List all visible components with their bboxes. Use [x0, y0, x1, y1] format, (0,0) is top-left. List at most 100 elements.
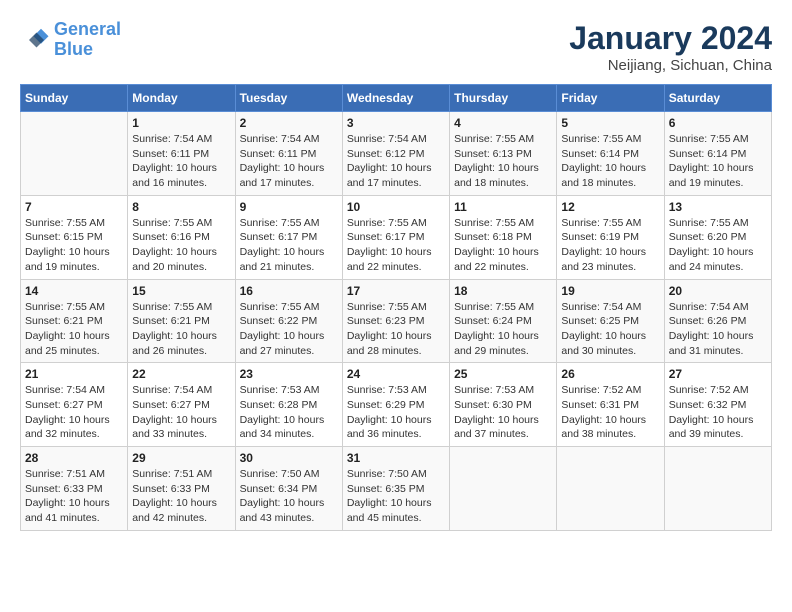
- day-number: 4: [454, 116, 552, 130]
- calendar-week-row: 1Sunrise: 7:54 AMSunset: 6:11 PMDaylight…: [21, 112, 772, 196]
- day-number: 13: [669, 200, 767, 214]
- day-number: 18: [454, 284, 552, 298]
- weekday-header: Sunday: [21, 85, 128, 112]
- calendar-cell: 13 Sunrise: 7:55 AMSunset: 6:20 PMDayligh…: [664, 195, 771, 279]
- day-number: 31: [347, 451, 445, 465]
- calendar-cell: 11 Sunrise: 7:55 AMSunset: 6:18 PMDayligh…: [450, 195, 557, 279]
- day-info: Sunrise: 7:55 AMSunset: 6:16 PMDaylight:…: [132, 216, 230, 275]
- weekday-header: Saturday: [664, 85, 771, 112]
- logo: General Blue: [20, 20, 121, 60]
- day-number: 30: [240, 451, 338, 465]
- location: Neijiang, Sichuan, China: [569, 57, 772, 74]
- weekday-header: Tuesday: [235, 85, 342, 112]
- calendar-cell: 8 Sunrise: 7:55 AMSunset: 6:16 PMDaylight…: [128, 195, 235, 279]
- day-info: Sunrise: 7:51 AMSunset: 6:33 PMDaylight:…: [25, 467, 123, 526]
- calendar-cell: 26 Sunrise: 7:52 AMSunset: 6:31 PMDayligh…: [557, 363, 664, 447]
- day-info: Sunrise: 7:55 AMSunset: 6:18 PMDaylight:…: [454, 216, 552, 275]
- day-info: Sunrise: 7:50 AMSunset: 6:34 PMDaylight:…: [240, 467, 338, 526]
- calendar-week-row: 7 Sunrise: 7:55 AMSunset: 6:15 PMDaylight…: [21, 195, 772, 279]
- day-number: 3: [347, 116, 445, 130]
- logo-line2: Blue: [54, 39, 93, 59]
- day-number: 8: [132, 200, 230, 214]
- day-number: 5: [561, 116, 659, 130]
- title-block: January 2024 Neijiang, Sichuan, China: [569, 20, 772, 74]
- calendar-table: SundayMondayTuesdayWednesdayThursdayFrid…: [20, 84, 772, 531]
- day-number: 7: [25, 200, 123, 214]
- day-info: Sunrise: 7:55 AMSunset: 6:17 PMDaylight:…: [347, 216, 445, 275]
- day-info: Sunrise: 7:53 AMSunset: 6:30 PMDaylight:…: [454, 383, 552, 442]
- day-info: Sunrise: 7:54 AMSunset: 6:27 PMDaylight:…: [132, 383, 230, 442]
- calendar-cell: 28 Sunrise: 7:51 AMSunset: 6:33 PMDayligh…: [21, 447, 128, 531]
- day-info: Sunrise: 7:55 AMSunset: 6:22 PMDaylight:…: [240, 300, 338, 359]
- calendar-cell: 10 Sunrise: 7:55 AMSunset: 6:17 PMDayligh…: [342, 195, 449, 279]
- weekday-header: Friday: [557, 85, 664, 112]
- logo-icon: [20, 25, 50, 55]
- day-number: 16: [240, 284, 338, 298]
- calendar-cell: 17 Sunrise: 7:55 AMSunset: 6:23 PMDayligh…: [342, 279, 449, 363]
- month-title: January 2024: [569, 20, 772, 57]
- calendar-cell: 27Sunrise: 7:52 AMSunset: 6:32 PMDayligh…: [664, 363, 771, 447]
- day-info: Sunrise: 7:52 AMSunset: 6:31 PMDaylight:…: [561, 383, 659, 442]
- calendar-cell: 18Sunrise: 7:55 AMSunset: 6:24 PMDayligh…: [450, 279, 557, 363]
- calendar-cell: 15 Sunrise: 7:55 AMSunset: 6:21 PMDayligh…: [128, 279, 235, 363]
- calendar-cell: 19Sunrise: 7:54 AMSunset: 6:25 PMDayligh…: [557, 279, 664, 363]
- day-info: Sunrise: 7:55 AMSunset: 6:13 PMDaylight:…: [454, 132, 552, 191]
- calendar-cell: 12Sunrise: 7:55 AMSunset: 6:19 PMDayligh…: [557, 195, 664, 279]
- day-info: Sunrise: 7:55 AMSunset: 6:19 PMDaylight:…: [561, 216, 659, 275]
- day-info: Sunrise: 7:55 AMSunset: 6:23 PMDaylight:…: [347, 300, 445, 359]
- day-info: Sunrise: 7:50 AMSunset: 6:35 PMDaylight:…: [347, 467, 445, 526]
- calendar-week-row: 28 Sunrise: 7:51 AMSunset: 6:33 PMDayligh…: [21, 447, 772, 531]
- calendar-cell: 4 Sunrise: 7:55 AMSunset: 6:13 PMDaylight…: [450, 112, 557, 196]
- calendar-cell: 20Sunrise: 7:54 AMSunset: 6:26 PMDayligh…: [664, 279, 771, 363]
- logo-line1: General: [54, 19, 121, 39]
- calendar-cell: 2Sunrise: 7:54 AMSunset: 6:11 PMDaylight…: [235, 112, 342, 196]
- day-number: 26: [561, 367, 659, 381]
- calendar-cell: 1Sunrise: 7:54 AMSunset: 6:11 PMDaylight…: [128, 112, 235, 196]
- day-info: Sunrise: 7:53 AMSunset: 6:29 PMDaylight:…: [347, 383, 445, 442]
- day-number: 28: [25, 451, 123, 465]
- day-number: 14: [25, 284, 123, 298]
- day-number: 2: [240, 116, 338, 130]
- calendar-week-row: 14 Sunrise: 7:55 AMSunset: 6:21 PMDayligh…: [21, 279, 772, 363]
- day-info: Sunrise: 7:52 AMSunset: 6:32 PMDaylight:…: [669, 383, 767, 442]
- day-info: Sunrise: 7:55 AMSunset: 6:15 PMDaylight:…: [25, 216, 123, 275]
- calendar-cell: 3 Sunrise: 7:54 AMSunset: 6:12 PMDaylight…: [342, 112, 449, 196]
- day-number: 23: [240, 367, 338, 381]
- calendar-cell: 23 Sunrise: 7:53 AMSunset: 6:28 PMDayligh…: [235, 363, 342, 447]
- day-number: 15: [132, 284, 230, 298]
- calendar-cell: 16 Sunrise: 7:55 AMSunset: 6:22 PMDayligh…: [235, 279, 342, 363]
- calendar-cell: 6Sunrise: 7:55 AMSunset: 6:14 PMDaylight…: [664, 112, 771, 196]
- day-number: 19: [561, 284, 659, 298]
- calendar-cell: 29 Sunrise: 7:51 AMSunset: 6:33 PMDayligh…: [128, 447, 235, 531]
- day-info: Sunrise: 7:55 AMSunset: 6:21 PMDaylight:…: [132, 300, 230, 359]
- day-number: 10: [347, 200, 445, 214]
- calendar-cell: 5 Sunrise: 7:55 AMSunset: 6:14 PMDaylight…: [557, 112, 664, 196]
- day-info: Sunrise: 7:54 AMSunset: 6:27 PMDaylight:…: [25, 383, 123, 442]
- day-info: Sunrise: 7:55 AMSunset: 6:14 PMDaylight:…: [561, 132, 659, 191]
- weekday-header: Monday: [128, 85, 235, 112]
- day-number: 1: [132, 116, 230, 130]
- weekday-row: SundayMondayTuesdayWednesdayThursdayFrid…: [21, 85, 772, 112]
- day-number: 22: [132, 367, 230, 381]
- day-number: 6: [669, 116, 767, 130]
- calendar-week-row: 21Sunrise: 7:54 AMSunset: 6:27 PMDayligh…: [21, 363, 772, 447]
- day-info: Sunrise: 7:55 AMSunset: 6:17 PMDaylight:…: [240, 216, 338, 275]
- day-number: 11: [454, 200, 552, 214]
- day-info: Sunrise: 7:54 AMSunset: 6:12 PMDaylight:…: [347, 132, 445, 191]
- weekday-header: Wednesday: [342, 85, 449, 112]
- calendar-cell: 7 Sunrise: 7:55 AMSunset: 6:15 PMDaylight…: [21, 195, 128, 279]
- calendar-cell: 25 Sunrise: 7:53 AMSunset: 6:30 PMDayligh…: [450, 363, 557, 447]
- calendar-cell: 24Sunrise: 7:53 AMSunset: 6:29 PMDayligh…: [342, 363, 449, 447]
- day-number: 9: [240, 200, 338, 214]
- calendar-cell: 21Sunrise: 7:54 AMSunset: 6:27 PMDayligh…: [21, 363, 128, 447]
- day-number: 17: [347, 284, 445, 298]
- calendar-cell: [557, 447, 664, 531]
- day-info: Sunrise: 7:51 AMSunset: 6:33 PMDaylight:…: [132, 467, 230, 526]
- day-number: 20: [669, 284, 767, 298]
- day-number: 29: [132, 451, 230, 465]
- calendar-header: SundayMondayTuesdayWednesdayThursdayFrid…: [21, 85, 772, 112]
- day-info: Sunrise: 7:55 AMSunset: 6:20 PMDaylight:…: [669, 216, 767, 275]
- day-number: 25: [454, 367, 552, 381]
- calendar-cell: 30 Sunrise: 7:50 AMSunset: 6:34 PMDayligh…: [235, 447, 342, 531]
- day-info: Sunrise: 7:53 AMSunset: 6:28 PMDaylight:…: [240, 383, 338, 442]
